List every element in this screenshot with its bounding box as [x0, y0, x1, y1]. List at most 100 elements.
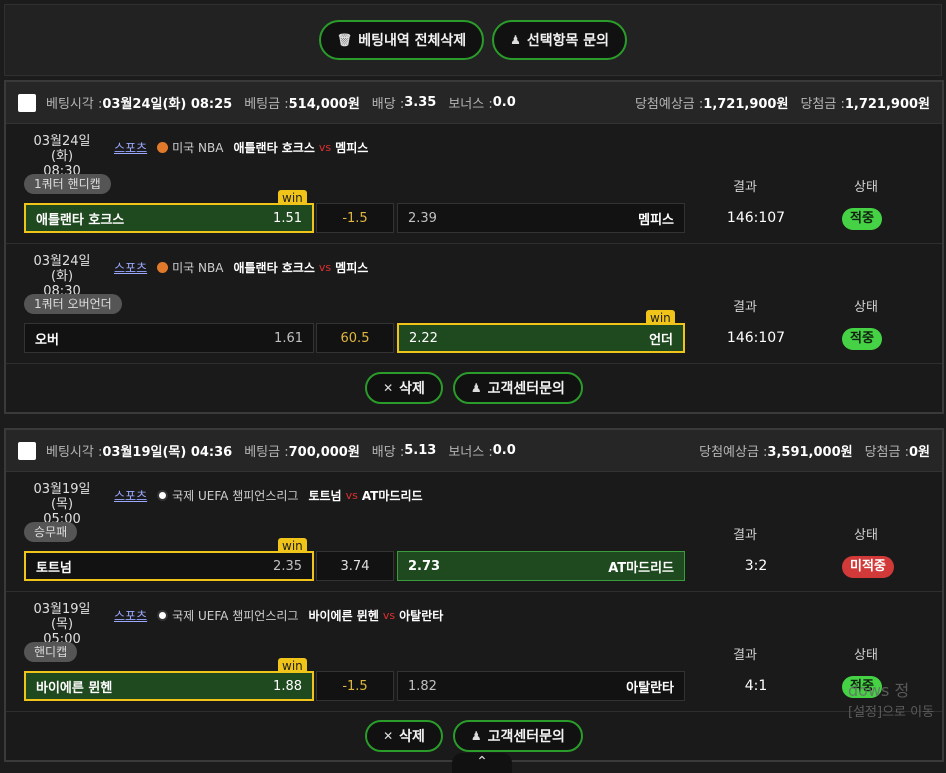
- odds-value: 5.13: [404, 443, 437, 458]
- delete-button[interactable]: ✕ 삭제: [365, 372, 443, 404]
- basketball-icon: [157, 262, 169, 273]
- match-date: 03월19일(목) 05:00: [33, 602, 91, 647]
- line-cell: -1.5: [316, 203, 394, 233]
- close-icon: ✕: [383, 381, 394, 395]
- match-score: 146:107: [726, 330, 786, 346]
- bet-amount-value: 514,000원: [288, 97, 360, 112]
- home-team: 애틀랜타 호크스: [233, 141, 315, 155]
- line-cell: 3.74: [316, 551, 394, 581]
- bet-slip-1: 베팅시각 : 03월24일(화) 08:25 베팅금 : 514,000원 배당…: [4, 80, 944, 414]
- win-amount-value: 0원: [908, 445, 930, 460]
- delete-all-button[interactable]: 🗑 베팅내역 전체삭제: [318, 20, 485, 60]
- market-tag: 1쿼터 핸디캡: [24, 174, 111, 194]
- category-link[interactable]: 스포츠: [114, 259, 147, 276]
- status-header: 상태: [854, 300, 878, 315]
- delete-label: 삭제: [399, 381, 425, 397]
- win-amount-label: 당첨금 :: [864, 445, 909, 460]
- match-date: 03월19일(목) 05:00: [33, 482, 91, 527]
- away-odds-cell: 2.73 AT마드리드: [397, 551, 685, 581]
- status-badge: 미적중: [842, 556, 894, 578]
- bet-time-label: 베팅시각 :: [46, 445, 103, 460]
- support-button[interactable]: ♟ 고객센터문의: [452, 372, 583, 404]
- inquiry-label: 선택항목 문의: [526, 33, 610, 49]
- slip-checkbox[interactable]: [18, 93, 36, 112]
- trash-icon: 🗑: [336, 33, 353, 47]
- match-meta: 스포츠 미국 NBA 애틀랜타 호크스 vs 멤피스: [114, 139, 368, 156]
- home-team: 바이에른 뮌헨: [308, 609, 379, 623]
- market-tag: 승무패: [24, 522, 78, 542]
- away-odds-cell: 1.82 아탈란타: [397, 671, 685, 701]
- home-odds-cell: 토트넘 2.35: [24, 551, 314, 581]
- vs-label: vs: [318, 261, 332, 274]
- slip-checkbox[interactable]: [18, 441, 36, 460]
- bet-amount-label: 베팅금 :: [244, 97, 289, 112]
- support-button[interactable]: ♟ 고객센터문의: [452, 720, 583, 752]
- slip-header: 베팅시각 : 03월24일(화) 08:25 베팅금 : 514,000원 배당…: [6, 82, 942, 124]
- odds-label: 배당 :: [371, 445, 405, 460]
- status-badge: 적중: [842, 328, 882, 350]
- match-score: 4:1: [744, 678, 768, 694]
- away-team: 아탈란타: [399, 609, 444, 623]
- home-odds-cell: 오버 1.61: [24, 323, 314, 353]
- home-odds-cell: 바이에른 뮌헨 1.88: [24, 671, 314, 701]
- watermark-line-2: [설정]으로 이동: [848, 705, 935, 720]
- expected-value: 3,591,000원: [767, 445, 853, 460]
- league-name: 국제 UEFA 챔피언스리그: [172, 489, 299, 503]
- category-link[interactable]: 스포츠: [114, 487, 147, 504]
- result-header: 결과: [733, 648, 757, 663]
- win-amount-label: 당첨금 :: [800, 97, 845, 112]
- match-meta: 스포츠 국제 UEFA 챔피언스리그 바이에른 뮌헨 vs 아탈란타: [114, 607, 443, 624]
- result-header: 결과: [733, 180, 757, 195]
- inquiry-selected-button[interactable]: ♟ 선택항목 문의: [492, 20, 628, 60]
- away-team: 멤피스: [335, 261, 369, 275]
- match-meta: 스포츠 국제 UEFA 챔피언스리그 토트넘 vs AT마드리드: [114, 487, 423, 504]
- bonus-label: 보너스 :: [448, 97, 493, 112]
- bet-item: 03월19일(목) 05:00 스포츠 국제 UEFA 챔피언스리그 바이에른 뮌…: [6, 592, 942, 712]
- match-date: 03월24일(화) 08:30: [33, 254, 91, 299]
- match-meta: 스포츠 미국 NBA 애틀랜타 호크스 vs 멤피스: [114, 259, 368, 276]
- bet-slip-2: 베팅시각 : 03월19일(목) 04:36 베팅금 : 700,000원 배당…: [4, 428, 944, 762]
- bet-amount-value: 700,000원: [288, 445, 360, 460]
- away-odds-cell: 2.39 멤피스: [397, 203, 685, 233]
- bet-time-label: 베팅시각 :: [46, 97, 103, 112]
- delete-label: 삭제: [399, 729, 425, 745]
- scroll-top-button[interactable]: ⌃: [452, 753, 512, 773]
- slip-header: 베팅시각 : 03월19일(목) 04:36 베팅금 : 700,000원 배당…: [6, 430, 942, 472]
- status-header: 상태: [854, 528, 878, 543]
- vs-label: vs: [345, 489, 358, 502]
- bet-item: 03월24일(화) 08:30 스포츠 미국 NBA 애틀랜타 호크스 vs 멤피…: [6, 124, 942, 244]
- support-label: 고객센터문의: [487, 729, 565, 745]
- home-team: 애틀랜타 호크스: [233, 261, 315, 275]
- vs-label: vs: [318, 141, 332, 154]
- status-header: 상태: [854, 648, 878, 663]
- win-amount-value: 1,721,900원: [844, 97, 930, 112]
- league-name: 미국 NBA: [172, 261, 224, 275]
- odds-label: 배당 :: [371, 97, 405, 112]
- soccer-ball-icon: [157, 490, 169, 501]
- expected-value: 1,721,900원: [703, 97, 789, 112]
- basketball-icon: [157, 142, 169, 153]
- result-header: 결과: [733, 528, 757, 543]
- delete-button[interactable]: ✕ 삭제: [365, 720, 443, 752]
- league-name: 미국 NBA: [172, 141, 224, 155]
- odds-value: 3.35: [404, 95, 437, 110]
- soccer-ball-icon: [157, 610, 169, 621]
- result-header: 결과: [733, 300, 757, 315]
- match-score: 3:2: [744, 558, 768, 574]
- category-link[interactable]: 스포츠: [114, 607, 147, 624]
- market-tag: 핸디캡: [24, 642, 78, 662]
- line-cell: -1.5: [316, 671, 394, 701]
- watermark-line-1: dows 정: [848, 681, 910, 700]
- top-toolbar: 🗑 베팅내역 전체삭제 ♟ 선택항목 문의: [4, 4, 942, 76]
- category-link[interactable]: 스포츠: [114, 139, 147, 156]
- status-header: 상태: [854, 180, 878, 195]
- home-team: 토트넘: [308, 489, 342, 503]
- away-odds-cell: 2.22 언더: [397, 323, 685, 353]
- bet-item: 03월24일(화) 08:30 스포츠 미국 NBA 애틀랜타 호크스 vs 멤피…: [6, 244, 942, 364]
- user-icon: ♟: [470, 381, 482, 395]
- user-icon: ♟: [510, 33, 521, 47]
- chevron-up-icon: ⌃: [476, 754, 488, 770]
- market-tag: 1쿼터 오버언더: [24, 294, 122, 314]
- bet-item: 03월19일(목) 05:00 스포츠 국제 UEFA 챔피언스리그 토트넘 vs…: [6, 472, 942, 592]
- close-icon: ✕: [383, 729, 394, 743]
